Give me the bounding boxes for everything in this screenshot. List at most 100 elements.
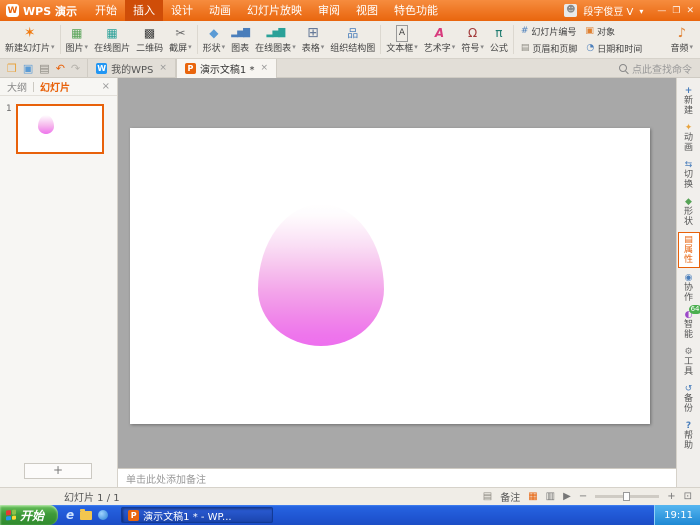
find-command-label: 点此查找命令: [632, 61, 692, 76]
close-panel-icon[interactable]: [102, 81, 110, 92]
window-controls: [657, 6, 694, 16]
online-chart-button[interactable]: 在线图表: [252, 21, 299, 58]
symbol-button[interactable]: 符号: [458, 21, 487, 58]
chevron-down-icon[interactable]: [639, 4, 643, 17]
zoom-in-icon[interactable]: [667, 492, 675, 502]
ribbon-divider: [197, 25, 198, 54]
org-chart-button[interactable]: 组织结构图: [327, 21, 378, 58]
zoom-out-icon[interactable]: [579, 492, 587, 502]
zoom-slider-thumb[interactable]: [623, 492, 630, 501]
sidebar-item-help[interactable]: 帮助: [678, 419, 700, 453]
doc-tab-presentation1[interactable]: P 演示文稿1 * ×: [176, 59, 277, 78]
button-label: 图片: [66, 41, 84, 54]
add-slide-button[interactable]: +: [24, 463, 92, 479]
qrcode-button[interactable]: 二维码: [133, 21, 166, 58]
date-time-icon: [586, 44, 594, 53]
fit-to-window-icon[interactable]: [684, 492, 692, 502]
sidebar-item-animation[interactable]: 动画: [678, 121, 700, 155]
tab-slides[interactable]: 幻灯片: [40, 79, 70, 94]
sidebar-item-backup[interactable]: 备份: [678, 382, 700, 416]
menu-tab-view[interactable]: 视图: [348, 0, 386, 21]
audio-button[interactable]: 音频: [667, 21, 696, 58]
menu-tab-review[interactable]: 审阅: [310, 0, 348, 21]
sidebar-item-collaborate[interactable]: 协作: [678, 271, 700, 305]
formula-button[interactable]: 公式: [487, 21, 511, 58]
editing-canvas[interactable]: [118, 78, 676, 468]
sidebar-item-transition[interactable]: 切换: [678, 158, 700, 192]
sidebar-item-smart[interactable]: 64 智能: [678, 308, 700, 342]
slide-thumbnail[interactable]: [16, 104, 104, 154]
slide-sorter-icon[interactable]: [546, 492, 555, 502]
notes-area[interactable]: 单击此处添加备注: [118, 468, 676, 487]
slide[interactable]: [130, 128, 650, 424]
object-button[interactable]: 对象: [585, 25, 615, 38]
close-tab-icon[interactable]: ×: [260, 63, 268, 73]
picture-button[interactable]: 图片: [63, 21, 92, 58]
browser-icon[interactable]: [66, 509, 74, 521]
slides-panel: 大纲 幻灯片 1 +: [0, 78, 118, 487]
shapes-button[interactable]: 形状: [200, 21, 229, 58]
textbox-button[interactable]: 文本框: [383, 21, 421, 58]
online-picture-button[interactable]: 在线图片: [91, 21, 133, 58]
sidebar-item-label: 帮助: [683, 431, 694, 451]
app-logo: W WPS 演示: [0, 3, 87, 19]
print-icon[interactable]: [39, 63, 49, 74]
slideshow-icon[interactable]: [563, 492, 571, 502]
button-label: 文本框: [386, 41, 413, 54]
notes-placeholder: 单击此处添加备注: [126, 471, 206, 486]
windows-logo-icon: [6, 509, 16, 520]
symbol-icon: [468, 26, 477, 41]
tab-outline[interactable]: 大纲: [7, 79, 27, 94]
close-tab-icon[interactable]: ×: [159, 63, 167, 73]
wps-task-icon: P: [128, 510, 139, 521]
user-name[interactable]: 段字俊豆 V: [583, 3, 633, 18]
normal-view-icon[interactable]: [528, 492, 537, 502]
button-label: 日期和时间: [597, 42, 642, 55]
taskbar-task-presentation1[interactable]: P 演示文稿1 * - WP...: [121, 507, 273, 523]
close-icon[interactable]: [686, 6, 694, 16]
online-picture-icon: [106, 26, 117, 41]
folder-icon[interactable]: [80, 511, 92, 520]
find-command-box[interactable]: 点此查找命令: [619, 61, 700, 76]
ribbon-divider: [513, 25, 514, 54]
sidebar-item-shapes[interactable]: 形状: [678, 195, 700, 229]
wordart-button[interactable]: 艺术字: [421, 21, 459, 58]
media-icon[interactable]: [98, 510, 108, 520]
header-footer-button[interactable]: 页眉和页脚: [521, 42, 578, 55]
undo-icon[interactable]: [56, 63, 65, 74]
sidebar-item-properties[interactable]: 属性: [678, 232, 700, 268]
user-avatar[interactable]: [564, 4, 577, 17]
doc-tab-label: 演示文稿1 *: [200, 61, 255, 76]
status-bar: 幻灯片 1 / 1 备注: [0, 487, 700, 505]
sidebar-item-new[interactable]: 新建: [678, 84, 700, 118]
menu-tab-animation[interactable]: 动画: [201, 0, 239, 21]
slide-indicator: 幻灯片 1 / 1: [0, 489, 120, 504]
button-label: 页眉和页脚: [532, 42, 577, 55]
menu-tab-features[interactable]: 特色功能: [386, 0, 446, 21]
task-label: 演示文稿1 * - WP...: [143, 508, 231, 523]
sidebar-item-tools[interactable]: 工具: [678, 345, 700, 379]
start-button[interactable]: 开始: [0, 505, 58, 525]
zoom-slider[interactable]: [595, 495, 659, 498]
start-label: 开始: [20, 507, 44, 524]
redo-icon[interactable]: [71, 63, 80, 74]
egg-shape[interactable]: [258, 204, 384, 346]
menu-tab-insert[interactable]: 插入: [125, 0, 163, 21]
chart-button[interactable]: 图表: [228, 21, 252, 58]
save-icon[interactable]: [23, 63, 33, 74]
menu-tab-slideshow[interactable]: 幻灯片放映: [239, 0, 310, 21]
doc-tab-my-wps[interactable]: W 我的WPS ×: [87, 59, 176, 78]
notes-toggle-icon[interactable]: [483, 492, 492, 502]
maximize-icon[interactable]: [672, 6, 680, 16]
slide-number-button[interactable]: 幻灯片编号: [521, 25, 577, 38]
new-slide-button[interactable]: 新建幻灯片: [2, 21, 58, 58]
date-time-button[interactable]: 日期和时间: [586, 42, 642, 55]
open-icon[interactable]: [7, 63, 17, 74]
menu-tab-design[interactable]: 设计: [163, 0, 201, 21]
minimize-icon[interactable]: [657, 6, 666, 16]
screenshot-button[interactable]: 截屏: [166, 21, 195, 58]
slide-thumbnail-number: 1: [6, 104, 12, 114]
menu-tab-start[interactable]: 开始: [87, 0, 125, 21]
notes-toggle-label[interactable]: 备注: [500, 489, 520, 504]
table-button[interactable]: 表格: [299, 21, 328, 58]
